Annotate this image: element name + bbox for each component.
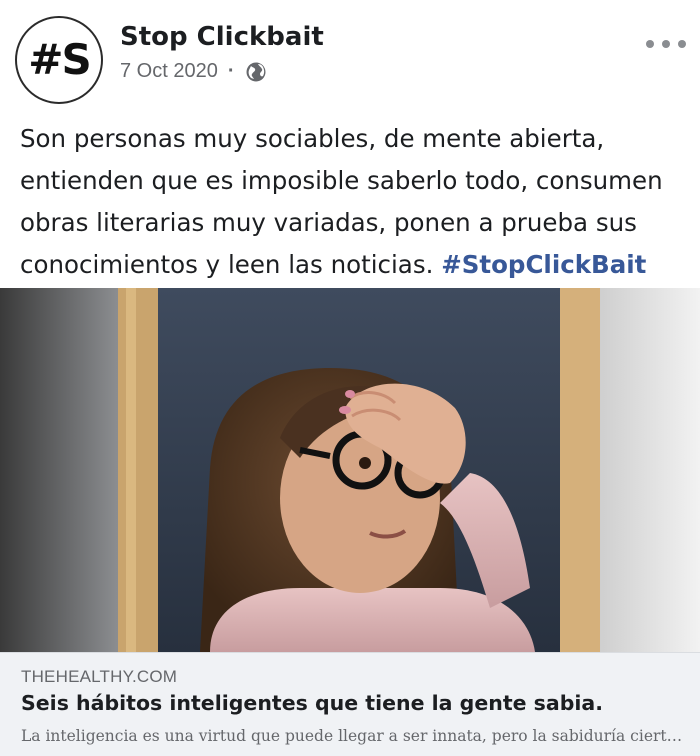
post-date[interactable]: 7 Oct 2020 (120, 60, 218, 83)
avatar-logo-text: #S (28, 35, 91, 84)
facebook-post: #S Stop Clickbait 7 Oct 2020 · Son perso… (0, 0, 700, 756)
link-description: La inteligencia es una virtud que puede … (21, 727, 683, 745)
hashtag-link[interactable]: #StopClickBait (441, 250, 646, 279)
page-avatar[interactable]: #S (15, 16, 103, 104)
post-photo[interactable] (0, 288, 700, 652)
page-name[interactable]: Stop Clickbait (120, 22, 324, 52)
more-dot (662, 40, 670, 48)
post-text: Son personas muy sociables, de mente abi… (20, 118, 688, 286)
globe-icon[interactable] (245, 61, 267, 83)
meta-separator: · (227, 60, 235, 82)
more-options-icon[interactable] (646, 32, 686, 56)
post-header: #S Stop Clickbait 7 Oct 2020 · (0, 0, 700, 112)
link-title[interactable]: Seis hábitos inteligentes que tiene la g… (21, 691, 603, 715)
link-domain: THEHEALTHY.COM (21, 667, 178, 686)
link-preview-card[interactable]: THEHEALTHY.COM Seis hábitos inteligentes… (0, 652, 700, 756)
post-meta: 7 Oct 2020 · (120, 60, 267, 83)
more-dot (646, 40, 654, 48)
more-dot (678, 40, 686, 48)
photo-illustration (0, 288, 700, 652)
